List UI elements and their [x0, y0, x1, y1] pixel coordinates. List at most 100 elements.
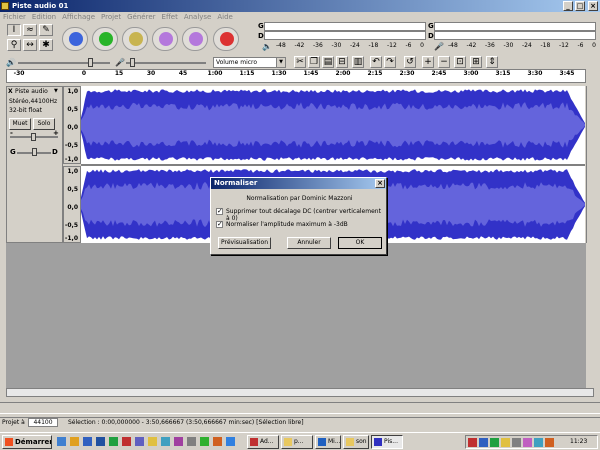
- menu-analyse[interactable]: Analyse: [181, 12, 215, 23]
- chevron-down-icon[interactable]: ▼: [276, 58, 285, 67]
- stop-button[interactable]: [122, 27, 148, 51]
- paste-icon[interactable]: ▤: [322, 56, 334, 68]
- dc-offset-checkbox[interactable]: ✓: [216, 208, 223, 215]
- start-label: Démarrer: [15, 438, 52, 446]
- input-source-select[interactable]: Volume micro ▼: [213, 57, 286, 68]
- project-rate-value[interactable]: 44100: [28, 418, 58, 427]
- input-volume-slider[interactable]: [126, 62, 206, 64]
- start-button[interactable]: Démarrer: [2, 435, 52, 449]
- redo-action-icon[interactable]: ↺: [404, 56, 416, 68]
- track-menu-chevron-icon[interactable]: ▼: [54, 88, 58, 94]
- speaker-icon[interactable]: 🔈: [262, 42, 272, 52]
- menu-effet[interactable]: Effet: [159, 12, 181, 23]
- quicklaunch-icon[interactable]: [70, 437, 79, 446]
- task-button[interactable]: Mi...: [315, 435, 341, 449]
- trim-icon[interactable]: ⊟: [336, 56, 348, 68]
- envelope-tool-icon[interactable]: ≈: [23, 24, 37, 36]
- draw-tool-icon[interactable]: ✎: [39, 24, 53, 36]
- menu-generer[interactable]: Générer: [124, 12, 158, 23]
- menu-projet[interactable]: Projet: [98, 12, 124, 23]
- task-button[interactable]: Ad...: [247, 435, 279, 449]
- undo-icon[interactable]: ↶: [370, 56, 382, 68]
- preview-button[interactable]: Prévisualisation: [218, 237, 271, 249]
- quicklaunch-icon[interactable]: [57, 437, 66, 446]
- redo-icon[interactable]: ↷: [384, 56, 396, 68]
- quicklaunch-icon[interactable]: [83, 437, 92, 446]
- quicklaunch-icon[interactable]: [161, 437, 170, 446]
- selection-tool-icon[interactable]: I: [7, 24, 21, 36]
- tray-icon[interactable]: [512, 438, 521, 447]
- tray-icon[interactable]: [545, 438, 554, 447]
- quicklaunch-icon[interactable]: [148, 437, 157, 446]
- solo-button[interactable]: Solo: [33, 118, 55, 130]
- skip-end-button[interactable]: [182, 27, 208, 51]
- track-name[interactable]: Piste audio: [15, 88, 48, 95]
- dialog-close-button[interactable]: ×: [375, 179, 385, 188]
- horizontal-scrollbar[interactable]: [6, 388, 594, 397]
- close-button[interactable]: ×: [588, 1, 598, 11]
- menu-fichier[interactable]: Fichier: [0, 12, 29, 23]
- zoom-selection-icon[interactable]: ⊡: [454, 56, 466, 68]
- gain-thumb[interactable]: [31, 133, 36, 141]
- input-volume-thumb[interactable]: [130, 58, 135, 67]
- scale-tick: -30: [331, 42, 342, 49]
- copy-icon[interactable]: ❐: [308, 56, 320, 68]
- zoom-in-icon[interactable]: +: [422, 56, 434, 68]
- task-button[interactable]: p...: [281, 435, 313, 449]
- quicklaunch-icon[interactable]: [109, 437, 118, 446]
- track-scrollbar[interactable]: [586, 86, 594, 243]
- multi-tool-icon[interactable]: ✱: [39, 39, 53, 51]
- system-tray: 11:23: [465, 435, 598, 449]
- pause-button[interactable]: [62, 27, 88, 51]
- quicklaunch-icon[interactable]: [174, 437, 183, 446]
- timeline-ruler[interactable]: -30 0 15 30 45 1:00 1:15 1:30 1:45 2:00 …: [6, 69, 586, 83]
- menu-edition[interactable]: Edition: [29, 12, 59, 23]
- task-label: Mi...: [328, 438, 341, 445]
- zoom-fit-vertical-icon[interactable]: ⇕: [486, 56, 498, 68]
- minimize-button[interactable]: _: [563, 1, 573, 11]
- tray-icon[interactable]: [501, 438, 510, 447]
- cancel-button[interactable]: Annuler: [287, 237, 331, 249]
- quicklaunch-icon[interactable]: [187, 437, 196, 446]
- maximize-button[interactable]: □: [575, 1, 585, 11]
- menu-aide[interactable]: Aide: [214, 12, 235, 23]
- task-icon: [374, 438, 382, 446]
- tray-icon[interactable]: [523, 438, 532, 447]
- ruler-tick: 2:45: [431, 70, 447, 77]
- microphone-icon[interactable]: 🎤: [434, 42, 444, 52]
- quicklaunch-icon[interactable]: [213, 437, 222, 446]
- cut-icon[interactable]: ✂: [294, 56, 306, 68]
- zoom-fit-icon[interactable]: ⊞: [470, 56, 482, 68]
- tray-icon[interactable]: [490, 438, 499, 447]
- meter-rec-left-label: G: [428, 22, 434, 30]
- play-button[interactable]: [92, 27, 118, 51]
- record-button[interactable]: [213, 27, 239, 51]
- track-close-button[interactable]: X: [8, 88, 13, 95]
- output-volume-slider[interactable]: [18, 62, 110, 64]
- selection-status: Sélection : 0:00,000000 - 3:50,666667 (3…: [68, 419, 304, 426]
- task-button[interactable]: son: [343, 435, 369, 449]
- timeshift-tool-icon[interactable]: ↔: [23, 39, 37, 51]
- tray-icon[interactable]: [479, 438, 488, 447]
- quicklaunch-icon[interactable]: [96, 437, 105, 446]
- quicklaunch-icon[interactable]: [200, 437, 209, 446]
- quicklaunch-icon[interactable]: [135, 437, 144, 446]
- skip-start-button[interactable]: [152, 27, 178, 51]
- quicklaunch-icon[interactable]: [226, 437, 235, 446]
- pan-thumb[interactable]: [32, 148, 37, 156]
- menu-affichage[interactable]: Affichage: [59, 12, 98, 23]
- waveform-channel-1[interactable]: [81, 86, 585, 164]
- ruler-tick: 30: [146, 70, 156, 77]
- folder-icon: [346, 438, 354, 446]
- tray-icon[interactable]: [468, 438, 477, 447]
- output-volume-thumb[interactable]: [88, 58, 93, 67]
- normalize-amplitude-checkbox[interactable]: ✓: [216, 221, 223, 228]
- zoom-out-icon[interactable]: −: [438, 56, 450, 68]
- task-button-active[interactable]: Pis...: [371, 435, 403, 449]
- record-meter-scale: -48 -42 -36 -30 -24 -18 -12 -6 0: [448, 42, 596, 49]
- tray-icon[interactable]: [534, 438, 543, 447]
- ok-button[interactable]: OK: [338, 237, 382, 249]
- quicklaunch-icon[interactable]: [122, 437, 131, 446]
- silence-icon[interactable]: ▥: [352, 56, 364, 68]
- zoom-tool-icon[interactable]: ⚲: [7, 39, 21, 51]
